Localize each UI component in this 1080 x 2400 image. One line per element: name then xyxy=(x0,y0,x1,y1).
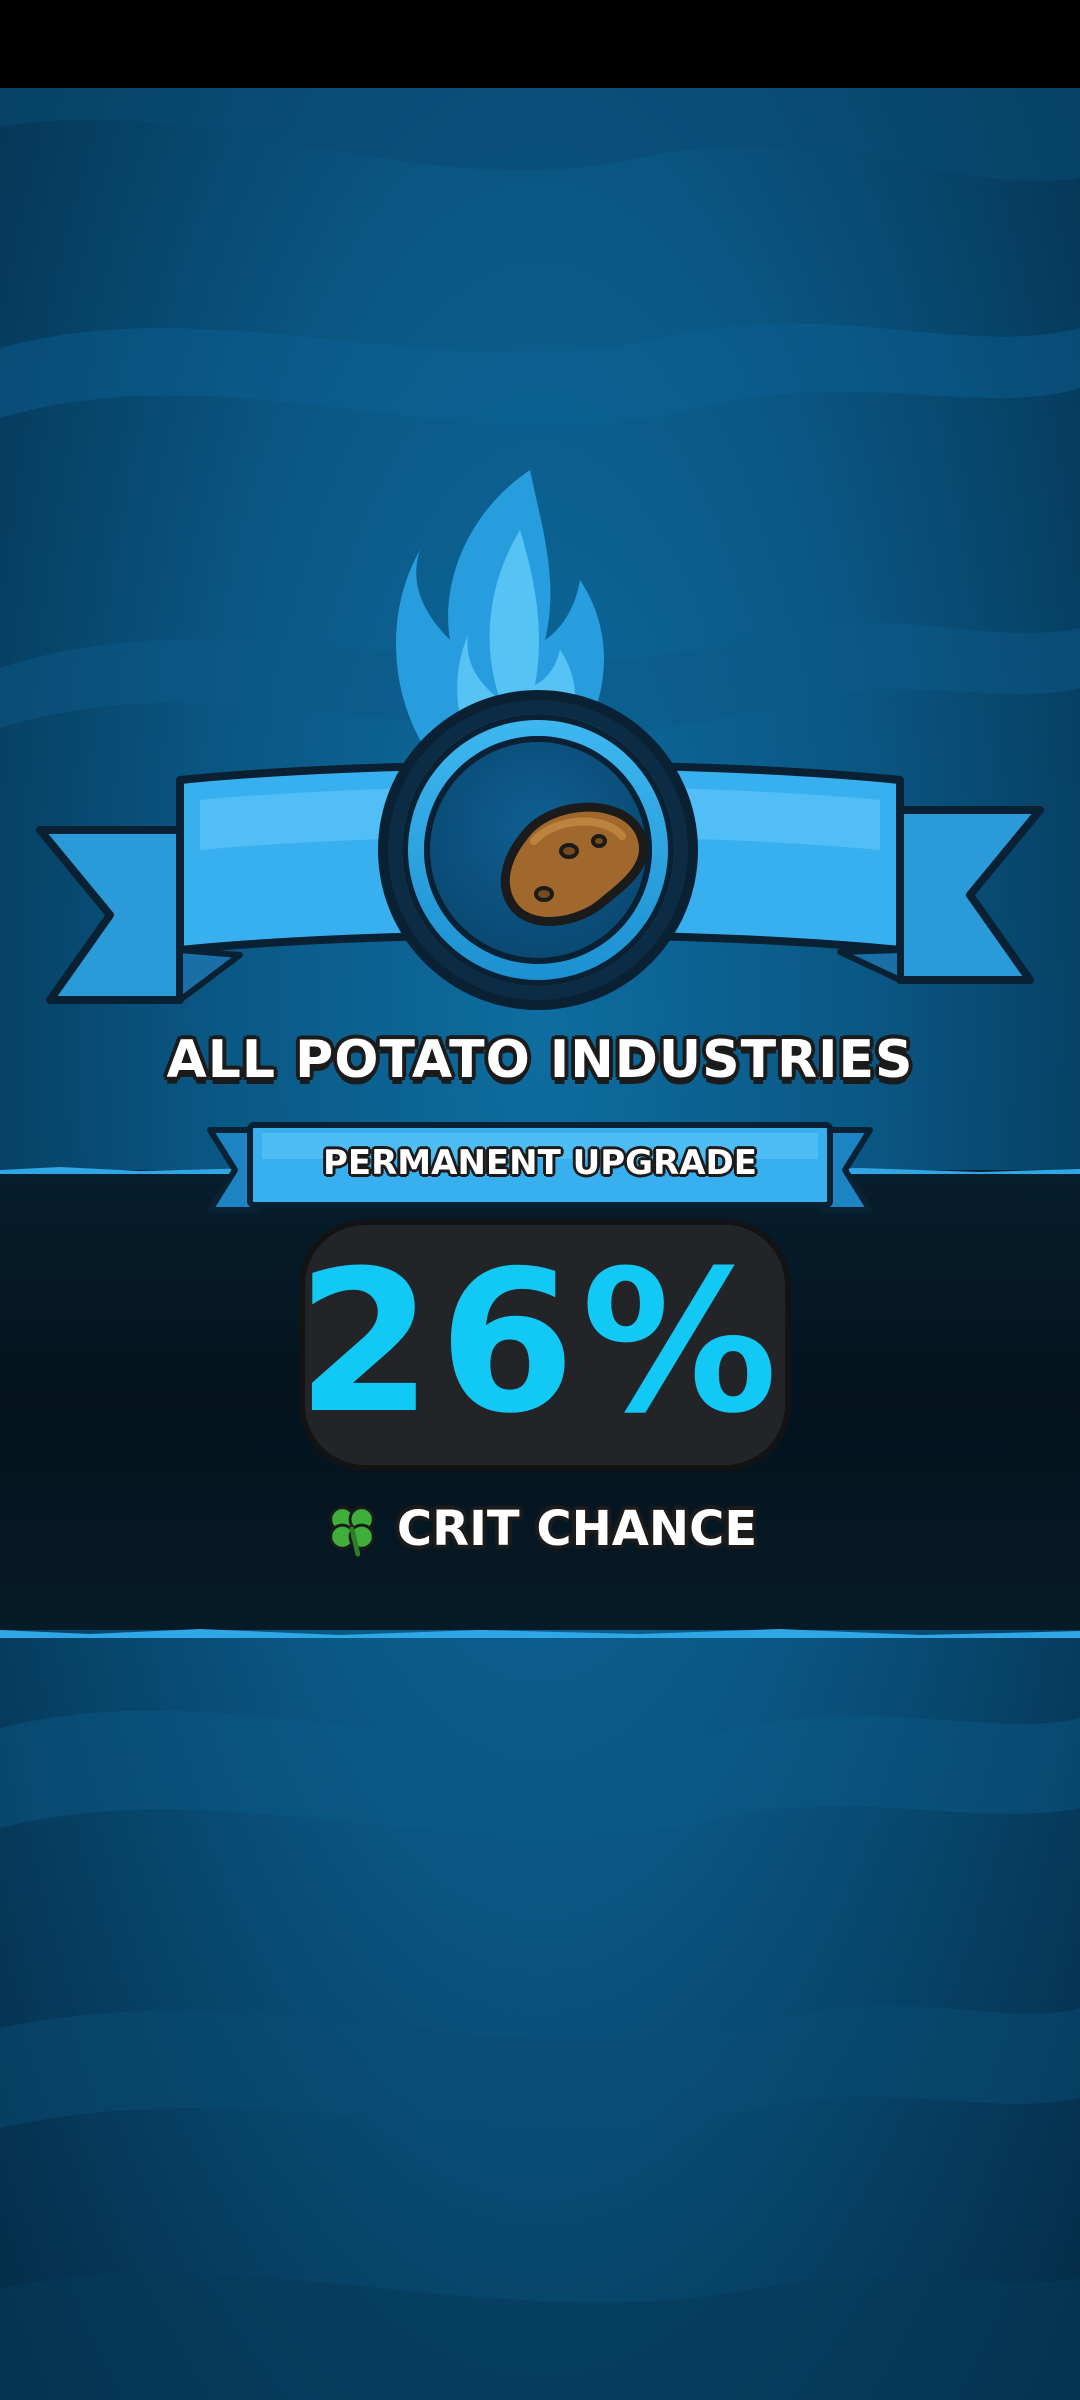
reward-value: 26% xyxy=(296,1229,784,1457)
reward-title: ALL POTATO INDUSTRIES xyxy=(166,1030,914,1090)
reward-subtitle: PERMANENT UPGRADE xyxy=(322,1143,757,1183)
band-bottom-edge xyxy=(0,1629,1080,1638)
medallion-inner xyxy=(424,736,652,964)
clover-icon xyxy=(329,1506,375,1557)
stat-label: CRIT CHANCE xyxy=(396,1501,758,1557)
status-bar xyxy=(0,0,1080,88)
potato-icon xyxy=(500,802,648,926)
stat-row: CRIT CHANCE xyxy=(0,1500,1080,1570)
reward-medallion xyxy=(388,700,688,1000)
